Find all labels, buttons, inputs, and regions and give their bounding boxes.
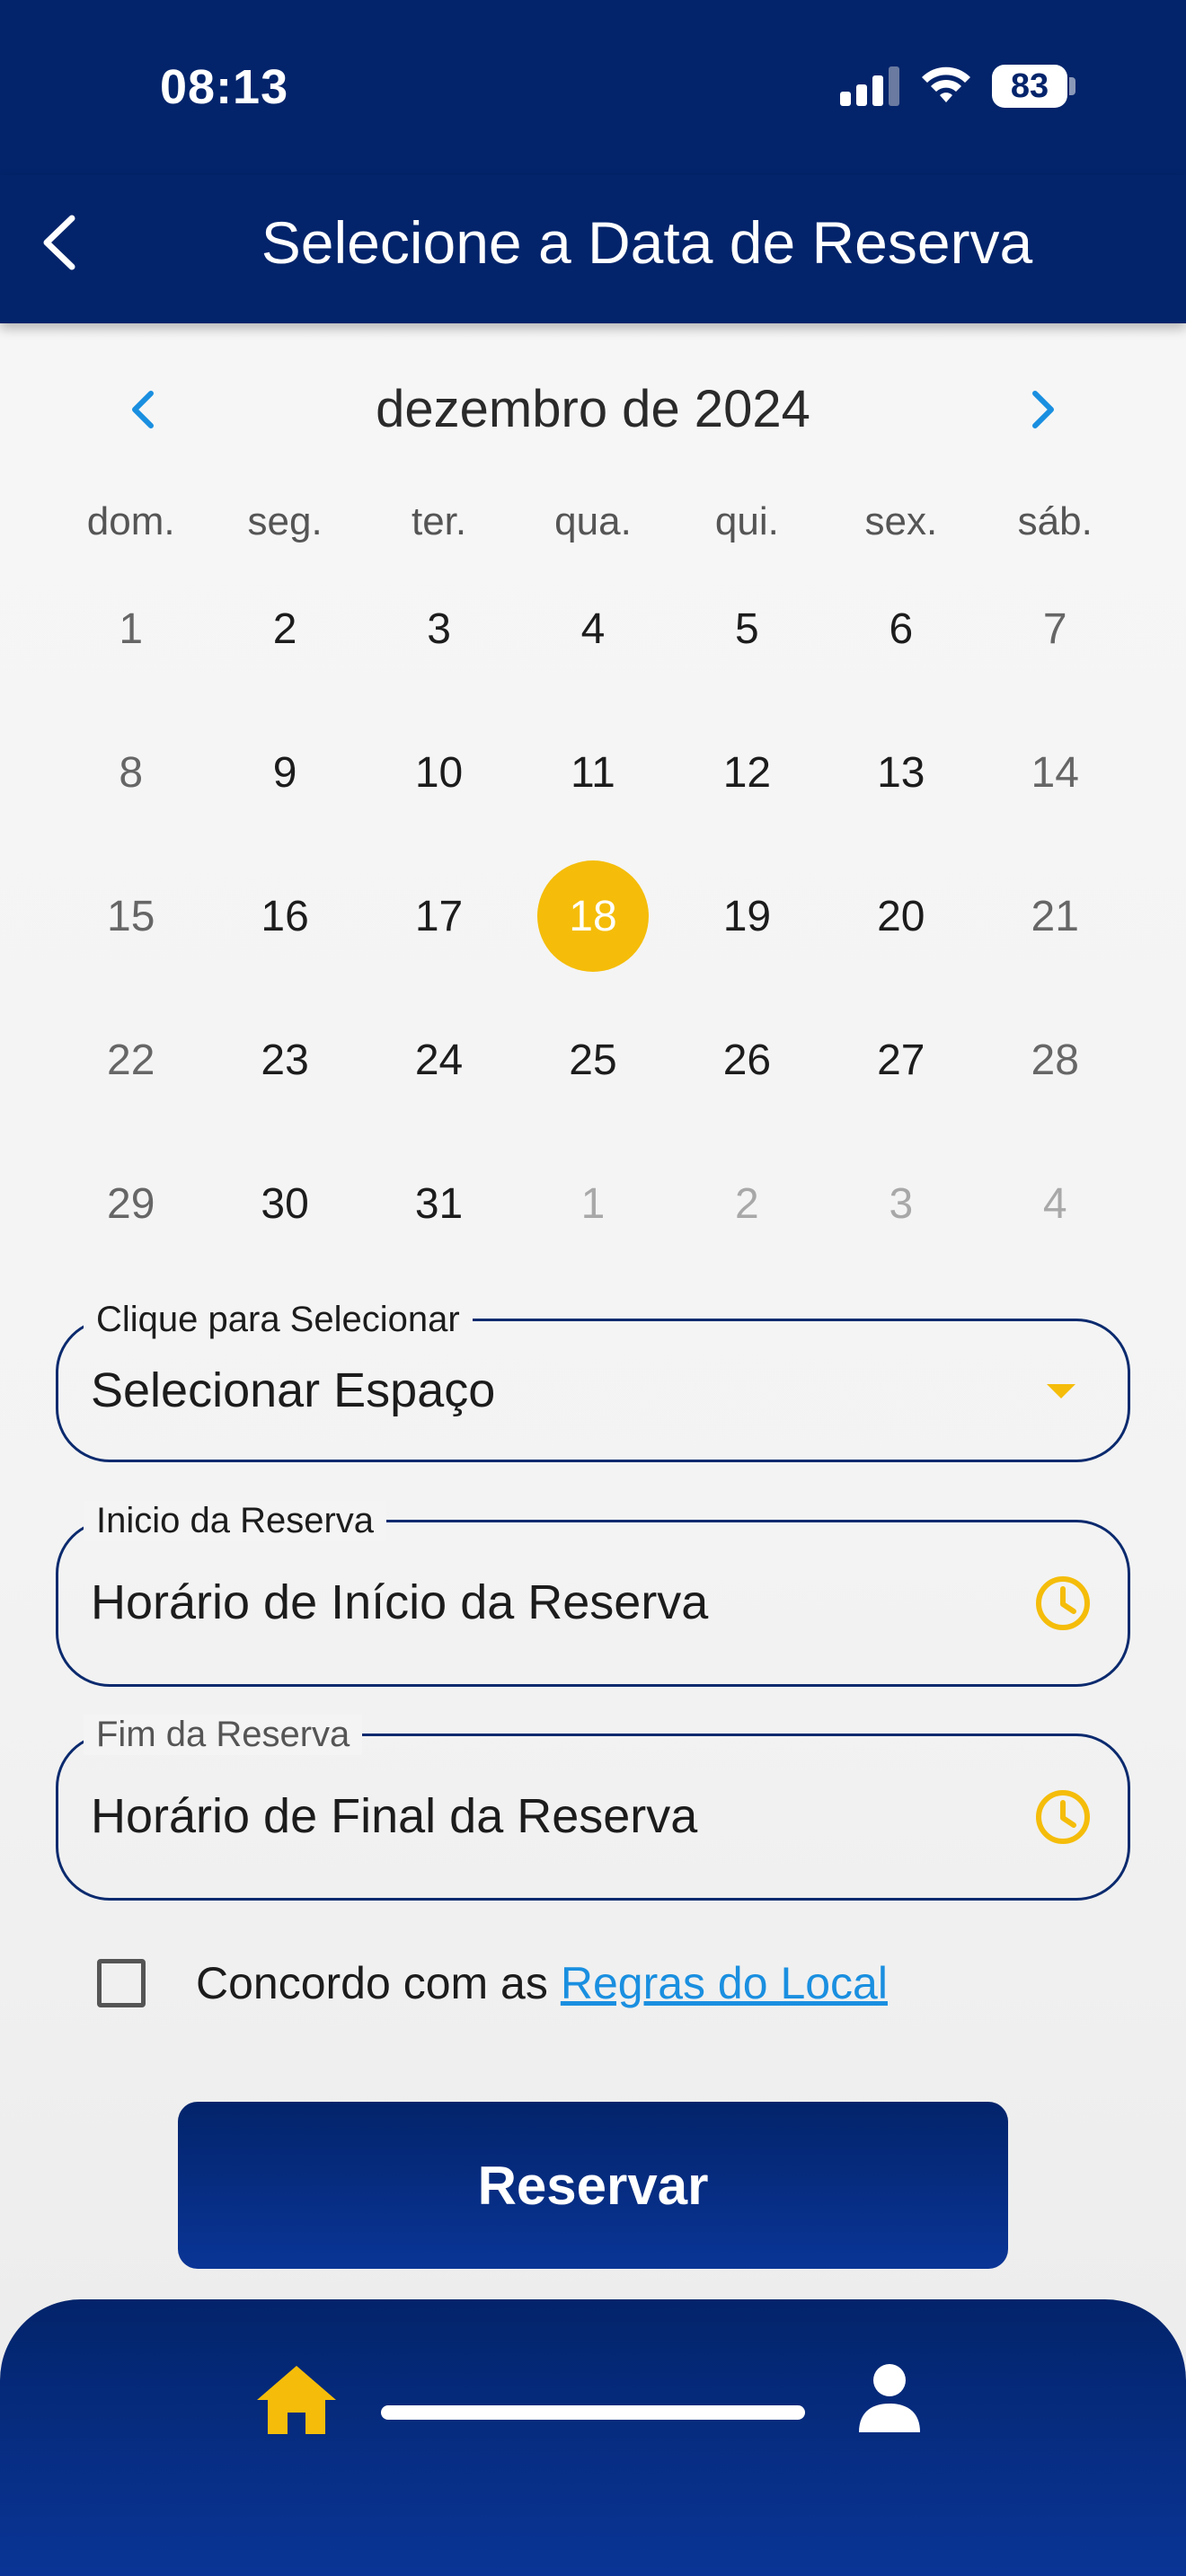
calendar-header: dezembro de 2024 [0,368,1186,458]
calendar-day[interactable]: 11 [516,701,669,844]
start-time-label: Inicio da Reserva [84,1501,387,1541]
end-time-value: Horário de Final da Reserva [91,1789,698,1843]
calendar-week: 1 2 3 4 5 6 7 [54,557,1132,701]
calendar-day[interactable]: 17 [362,844,516,988]
calendar-grid: 1 2 3 4 5 6 7 8 9 10 11 12 13 14 15 16 1… [54,557,1132,1275]
calendar-day[interactable]: 13 [824,701,978,844]
weekday-label: seg. [247,499,323,543]
calendar-day[interactable]: 20 [824,844,978,988]
calendar-day[interactable]: 6 [824,557,978,701]
status-bar: 08:13 83 [0,0,1186,175]
end-time-field[interactable]: Fim da Reserva Horário de Final da Reser… [56,1715,1130,1901]
calendar-day-selected[interactable]: 18 [516,844,669,988]
chevron-right-icon[interactable] [1024,384,1060,435]
weekday-label: dom. [86,499,175,543]
agree-checkbox[interactable] [97,1959,146,2007]
home-icon[interactable] [253,2362,340,2438]
calendar-day[interactable]: 30 [208,1132,361,1275]
battery-indicator: 83 [992,65,1067,108]
weekday-label: qua. [554,499,632,543]
signal-icon [840,65,899,106]
calendar-day[interactable]: 29 [54,1132,208,1275]
calendar-day[interactable]: 26 [670,988,824,1132]
calendar-day[interactable]: 3 [362,557,516,701]
weekday-label: sex. [864,499,938,543]
calendar-day[interactable]: 16 [208,844,361,988]
calendar-week: 15 16 17 18 19 20 21 [54,844,1132,988]
clock-icon[interactable] [1034,1575,1092,1632]
calendar-day[interactable]: 1 [54,557,208,701]
dropdown-arrow-icon [1047,1384,1075,1398]
calendar-day[interactable]: 8 [54,701,208,844]
calendar-day[interactable]: 22 [54,988,208,1132]
weekday-header-row: dom. seg. ter. qua. qui. sex. sáb. [54,499,1132,553]
battery-tip [1069,77,1075,95]
calendar-week: 29 30 31 1 2 3 4 [54,1132,1132,1275]
start-time-value: Horário de Início da Reserva [91,1575,709,1629]
calendar-day[interactable]: 10 [362,701,516,844]
space-select-value: Selecionar Espaço [91,1363,496,1417]
calendar-day[interactable]: 28 [978,988,1132,1132]
bottom-nav [0,2299,1186,2576]
weekday-label: ter. [411,499,467,543]
calendar-day[interactable]: 27 [824,988,978,1132]
calendar-day-outside: 2 [735,1179,759,1228]
calendar-day[interactable]: 12 [670,701,824,844]
calendar-day-outside: 3 [889,1179,914,1228]
calendar-day[interactable]: 7 [978,557,1132,701]
agree-row: Concordo com as Regras do Local [97,1956,888,2010]
profile-icon[interactable] [854,2360,925,2434]
weekday-label: sáb. [1017,499,1093,543]
home-indicator [381,2405,805,2420]
calendar-day[interactable]: 15 [54,844,208,988]
calendar-week: 8 9 10 11 12 13 14 [54,701,1132,844]
back-arrow-icon[interactable] [34,211,88,274]
calendar-week: 22 23 24 25 26 27 28 [54,988,1132,1132]
reserve-button[interactable]: Reservar [178,2102,1008,2269]
calendar-day[interactable]: 24 [362,988,516,1132]
calendar-day[interactable]: 2 [208,557,361,701]
page-title: Selecione a Data de Reserva [261,209,1033,276]
calendar-day[interactable]: 14 [978,701,1132,844]
space-select[interactable]: Clique para Selecionar Selecionar Espaço [56,1300,1130,1462]
status-time: 08:13 [160,60,289,114]
wifi-icon [922,66,970,102]
calendar-day[interactable]: 4 [516,557,669,701]
clock-icon[interactable] [1034,1788,1092,1846]
calendar-day[interactable]: 19 [670,844,824,988]
calendar-day[interactable]: 31 [362,1132,516,1275]
calendar-day-outside: 1 [580,1179,606,1228]
rules-link[interactable]: Regras do Local [561,1957,888,2009]
month-label: dezembro de 2024 [376,380,810,438]
space-select-label: Clique para Selecionar [84,1300,473,1340]
calendar-day[interactable]: 5 [670,557,824,701]
start-time-field[interactable]: Inicio da Reserva Horário de Início da R… [56,1501,1130,1687]
calendar-day[interactable]: 21 [978,844,1132,988]
calendar-day[interactable]: 9 [208,701,361,844]
agree-text: Concordo com as [196,1958,548,2008]
app-bar: Selecione a Data de Reserva [0,175,1186,323]
calendar-day-outside: 4 [1042,1179,1067,1228]
calendar-day[interactable]: 25 [516,988,669,1132]
end-time-label: Fim da Reserva [84,1715,363,1755]
weekday-label: qui. [714,499,779,543]
calendar-day[interactable]: 23 [208,988,361,1132]
